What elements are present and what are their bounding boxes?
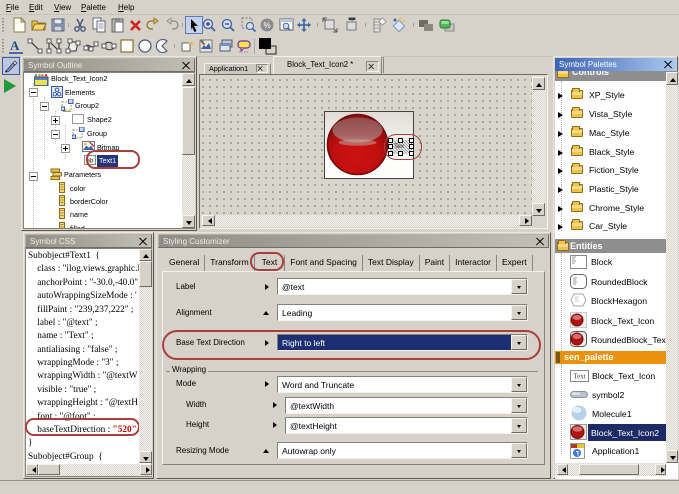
svg-text:%: % <box>263 21 270 30</box>
svg-text:Text: Text <box>573 373 585 381</box>
